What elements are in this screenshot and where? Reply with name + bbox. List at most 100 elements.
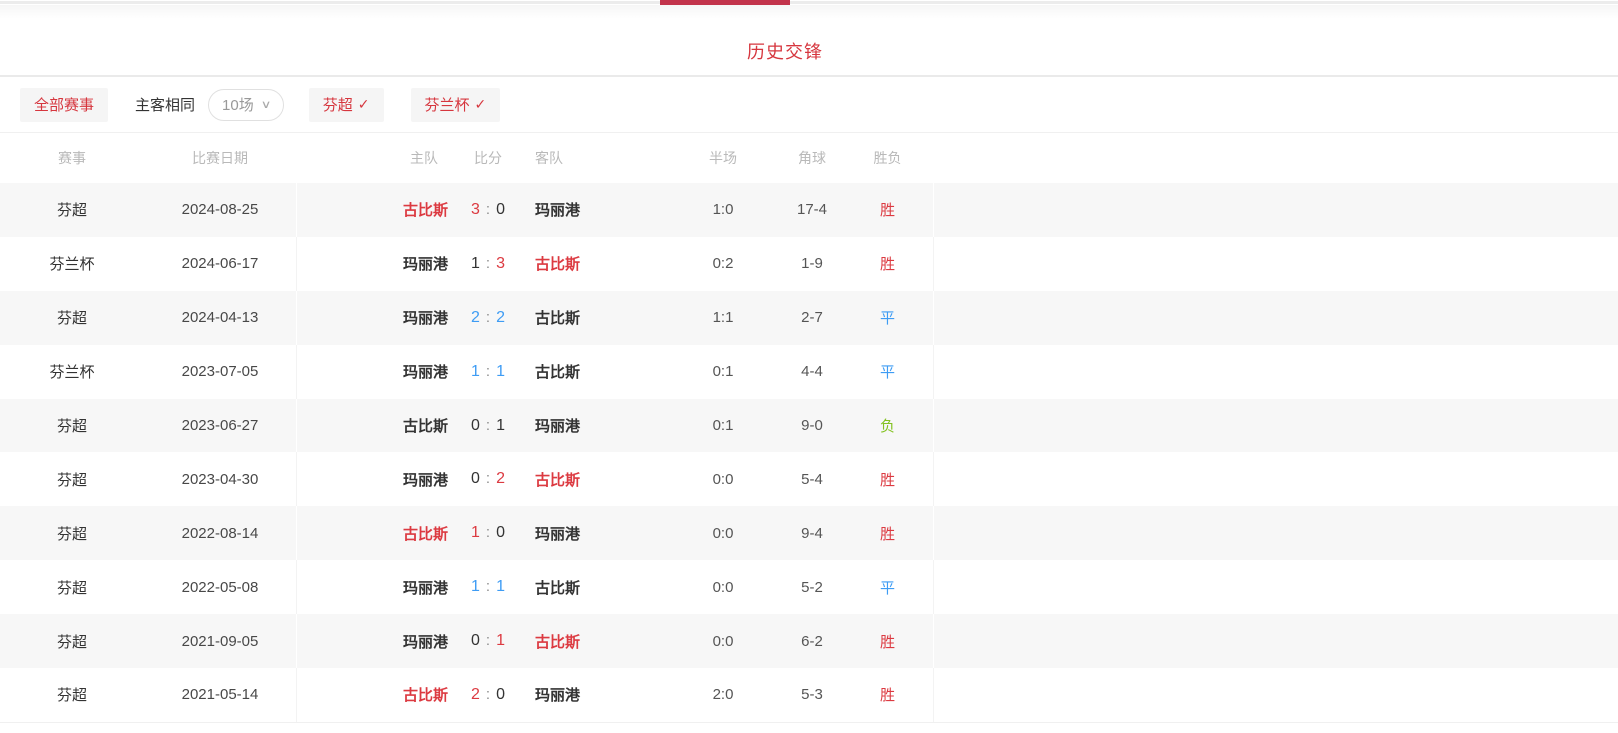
score-colon: : xyxy=(480,686,496,703)
all-competitions-button[interactable]: 全部赛事 xyxy=(20,88,108,122)
cell-result: 胜 xyxy=(842,684,933,705)
header-halftime: 半场 xyxy=(664,148,782,168)
cell-extra xyxy=(933,291,1618,345)
cell-home-team: 古比斯 xyxy=(296,183,452,237)
cell-result: 胜 xyxy=(842,631,933,652)
table-row[interactable]: 芬超2023-04-30玛丽港0:2古比斯0:05-4胜 xyxy=(0,452,1618,506)
header-result: 胜负 xyxy=(842,148,933,168)
home-score: 1 xyxy=(471,363,480,380)
cell-corners: 5-3 xyxy=(782,686,842,703)
cell-date: 2023-07-05 xyxy=(144,363,296,380)
cell-date: 2022-05-08 xyxy=(144,579,296,596)
cell-extra xyxy=(933,506,1618,560)
cell-corners: 2-7 xyxy=(782,309,842,326)
section-header: 历史交锋 xyxy=(0,5,1618,75)
cell-score: 0:2 xyxy=(452,470,524,488)
table-row[interactable]: 芬超2021-05-14古比斯2:0玛丽港2:05-3胜 xyxy=(0,668,1618,722)
table-header-row: 赛事 比赛日期 主队 比分 客队 半场 角球 胜负 xyxy=(0,133,1618,183)
cell-result: 平 xyxy=(842,361,933,382)
table-row[interactable]: 芬超2024-04-13玛丽港2:2古比斯1:12-7平 xyxy=(0,291,1618,345)
cell-result: 平 xyxy=(842,307,933,328)
cell-result: 胜 xyxy=(842,523,933,544)
cell-away-team: 古比斯 xyxy=(524,469,664,490)
cup-filter-label: 芬兰杯 xyxy=(425,94,470,115)
cell-result: 胜 xyxy=(842,253,933,274)
header-home-team: 主队 xyxy=(296,148,452,168)
cell-extra xyxy=(933,452,1618,506)
cell-corners: 6-2 xyxy=(782,633,842,650)
header-score: 比分 xyxy=(452,148,524,168)
home-score: 1 xyxy=(471,524,480,541)
cell-away-team: 玛丽港 xyxy=(524,684,664,705)
cell-result: 胜 xyxy=(842,199,933,220)
cell-league: 芬超 xyxy=(0,415,144,436)
cell-halftime: 0:1 xyxy=(664,417,782,434)
cell-halftime: 0:2 xyxy=(664,255,782,272)
score-colon: : xyxy=(480,632,496,649)
cell-corners: 5-2 xyxy=(782,579,842,596)
score-colon: : xyxy=(480,309,496,326)
cell-league: 芬超 xyxy=(0,469,144,490)
score-colon: : xyxy=(480,255,496,272)
cell-home-team: 古比斯 xyxy=(296,668,452,722)
cell-score: 1:1 xyxy=(452,363,524,381)
away-score: 0 xyxy=(496,201,505,218)
cell-away-team: 玛丽港 xyxy=(524,415,664,436)
cell-corners: 9-0 xyxy=(782,417,842,434)
cell-league: 芬超 xyxy=(0,684,144,705)
score-colon: : xyxy=(480,201,496,218)
cell-home-team: 玛丽港 xyxy=(296,614,452,668)
cell-date: 2022-08-14 xyxy=(144,525,296,542)
cell-date: 2023-06-27 xyxy=(144,417,296,434)
cell-home-team: 玛丽港 xyxy=(296,237,452,291)
away-score: 1 xyxy=(496,578,505,595)
cell-away-team: 古比斯 xyxy=(524,307,664,328)
table-body: 芬超2024-08-25古比斯3:0玛丽港1:017-4胜芬兰杯2024-06-… xyxy=(0,183,1618,722)
filter-bar: 全部赛事 主客相同 10场 ∨ 芬超 ✓ 芬兰杯 ✓ xyxy=(0,77,1618,132)
cell-halftime: 0:0 xyxy=(664,525,782,542)
cell-halftime: 0:1 xyxy=(664,363,782,380)
table-row[interactable]: 芬超2022-05-08玛丽港1:1古比斯0:05-2平 xyxy=(0,560,1618,614)
table-row[interactable]: 芬超2023-06-27古比斯0:1玛丽港0:19-0负 xyxy=(0,399,1618,453)
cell-halftime: 1:0 xyxy=(664,201,782,218)
cell-corners: 5-4 xyxy=(782,471,842,488)
home-score: 0 xyxy=(471,417,480,434)
cell-away-team: 玛丽港 xyxy=(524,199,664,220)
table-row[interactable]: 芬超2022-08-14古比斯1:0玛丽港0:09-4胜 xyxy=(0,506,1618,560)
header-corners: 角球 xyxy=(782,148,842,168)
cell-league: 芬超 xyxy=(0,307,144,328)
home-score: 1 xyxy=(471,255,480,272)
cell-home-team: 古比斯 xyxy=(296,506,452,560)
match-count-dropdown[interactable]: 10场 ∨ xyxy=(208,89,284,121)
table-row[interactable]: 芬超2021-09-05玛丽港0:1古比斯0:06-2胜 xyxy=(0,614,1618,668)
cell-extra xyxy=(933,399,1618,453)
cell-date: 2024-04-13 xyxy=(144,309,296,326)
cell-extra xyxy=(933,560,1618,614)
away-score: 1 xyxy=(496,363,505,380)
cell-score: 1:3 xyxy=(452,255,524,273)
cell-home-team: 玛丽港 xyxy=(296,452,452,506)
away-score: 0 xyxy=(496,686,505,703)
cell-league: 芬超 xyxy=(0,199,144,220)
cell-league: 芬超 xyxy=(0,577,144,598)
cell-result: 负 xyxy=(842,415,933,436)
cell-score: 2:0 xyxy=(452,686,524,704)
cell-score: 2:2 xyxy=(452,309,524,327)
table-row[interactable]: 芬超2024-08-25古比斯3:0玛丽港1:017-4胜 xyxy=(0,183,1618,237)
checkmark-icon: ✓ xyxy=(475,96,487,113)
cell-home-team: 古比斯 xyxy=(296,399,452,453)
cell-score: 3:0 xyxy=(452,201,524,219)
away-score: 0 xyxy=(496,524,505,541)
home-score: 0 xyxy=(471,632,480,649)
table-row[interactable]: 芬兰杯2024-06-17玛丽港1:3古比斯0:21-9胜 xyxy=(0,237,1618,291)
cup-filter-button[interactable]: 芬兰杯 ✓ xyxy=(411,88,501,122)
cell-date: 2021-05-14 xyxy=(144,686,296,703)
chevron-down-icon: ∨ xyxy=(260,98,271,111)
cell-halftime: 2:0 xyxy=(664,686,782,703)
league-filter-button[interactable]: 芬超 ✓ xyxy=(309,88,384,122)
cell-halftime: 0:0 xyxy=(664,471,782,488)
cell-extra xyxy=(933,614,1618,668)
table-row[interactable]: 芬兰杯2023-07-05玛丽港1:1古比斯0:14-4平 xyxy=(0,345,1618,399)
same-venue-label: 主客相同 xyxy=(135,94,195,115)
cell-extra xyxy=(933,237,1618,291)
